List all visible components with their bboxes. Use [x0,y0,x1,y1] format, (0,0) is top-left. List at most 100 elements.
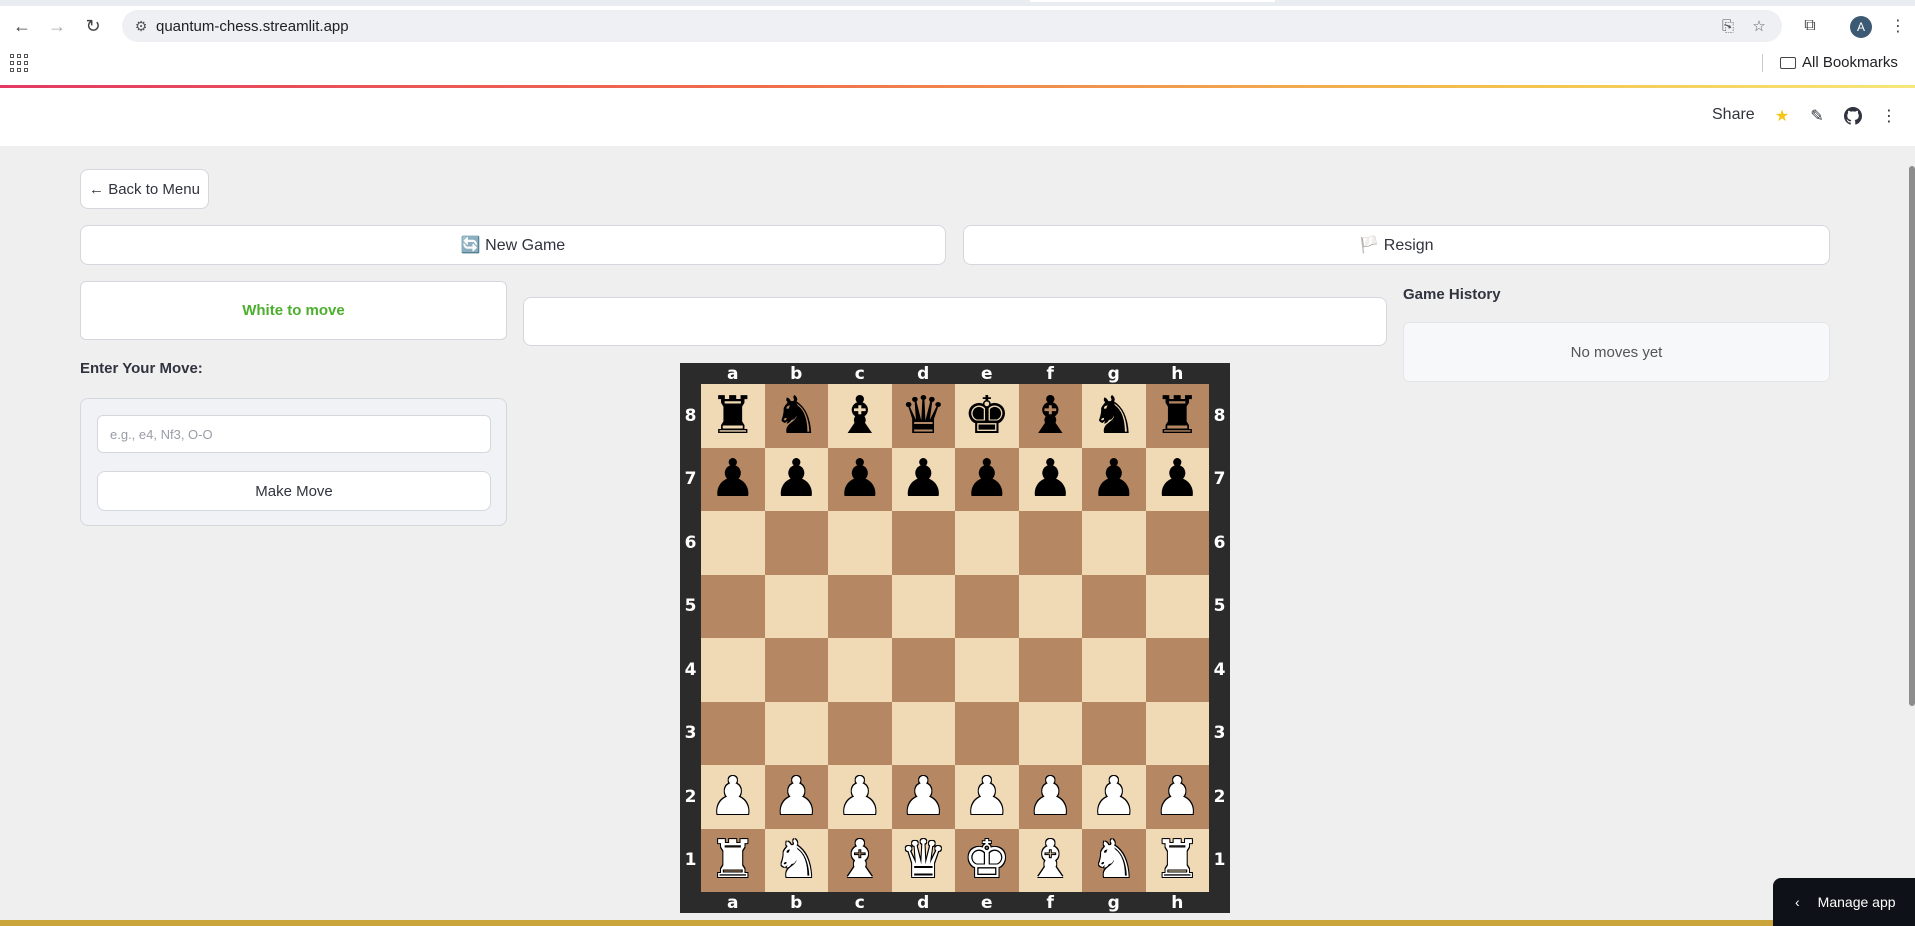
square-f2[interactable]: ♟ [1018,765,1082,829]
square-b1[interactable]: ♞ [764,828,828,892]
black-knight-icon[interactable]: ♞ [773,390,820,442]
square-f4[interactable] [1018,638,1082,702]
square-h1[interactable]: ♜ [1145,828,1209,892]
white-pawn-icon[interactable]: ♟ [1090,771,1137,823]
square-e7[interactable]: ♟ [955,447,1019,511]
square-b7[interactable]: ♟ [764,447,828,511]
square-a7[interactable]: ♟ [701,447,765,511]
bookmark-star-icon[interactable]: ☆ [1749,16,1769,36]
square-g4[interactable] [1082,638,1146,702]
black-rook-icon[interactable]: ♜ [709,390,756,442]
square-b3[interactable] [764,701,828,765]
white-pawn-icon[interactable]: ♟ [1027,771,1074,823]
white-queen-icon[interactable]: ♛ [900,834,947,886]
black-knight-icon[interactable]: ♞ [1090,390,1137,442]
forward-arrow-icon[interactable]: → [43,12,71,40]
resign-button[interactable]: 🏳️ Resign [963,225,1830,265]
new-game-button[interactable]: 🔄 New Game [80,225,946,265]
white-pawn-icon[interactable]: ♟ [773,771,820,823]
square-d7[interactable]: ♟ [891,447,955,511]
square-b6[interactable] [764,511,828,575]
black-bishop-icon[interactable]: ♝ [836,390,883,442]
white-pawn-icon[interactable]: ♟ [963,771,1010,823]
square-a2[interactable]: ♟ [701,765,765,829]
white-pawn-icon[interactable]: ♟ [900,771,947,823]
square-g2[interactable]: ♟ [1082,765,1146,829]
square-e3[interactable] [955,701,1019,765]
square-g8[interactable]: ♞ [1082,384,1146,448]
square-c3[interactable] [828,701,892,765]
square-e6[interactable] [955,511,1019,575]
black-pawn-icon[interactable]: ♟ [1027,453,1074,505]
square-d4[interactable] [891,638,955,702]
black-pawn-icon[interactable]: ♟ [773,453,820,505]
square-f8[interactable]: ♝ [1018,384,1082,448]
black-pawn-icon[interactable]: ♟ [709,453,756,505]
square-h7[interactable]: ♟ [1145,447,1209,511]
square-f7[interactable]: ♟ [1018,447,1082,511]
browser-menu-icon[interactable]: ⋮ [1884,12,1912,40]
square-a8[interactable]: ♜ [701,384,765,448]
square-a3[interactable] [701,701,765,765]
square-e4[interactable] [955,638,1019,702]
square-f6[interactable] [1018,511,1082,575]
white-pawn-icon[interactable]: ♟ [836,771,883,823]
square-d1[interactable]: ♛ [891,828,955,892]
white-rook-icon[interactable]: ♜ [709,834,756,886]
apps-grid-icon[interactable] [10,54,28,72]
black-bishop-icon[interactable]: ♝ [1027,390,1074,442]
install-app-icon[interactable]: ⎘ [1718,16,1738,36]
square-a6[interactable] [701,511,765,575]
github-icon[interactable] [1842,105,1864,127]
square-a1[interactable]: ♜ [701,828,765,892]
manage-app-button[interactable]: ‹ Manage app [1773,878,1915,926]
edit-pencil-icon[interactable]: ✎ [1806,105,1828,127]
black-pawn-icon[interactable]: ♟ [963,453,1010,505]
square-a4[interactable] [701,638,765,702]
square-b5[interactable] [764,574,828,638]
black-rook-icon[interactable]: ♜ [1154,390,1201,442]
square-d5[interactable] [891,574,955,638]
white-king-icon[interactable]: ♚ [963,834,1010,886]
square-b2[interactable]: ♟ [764,765,828,829]
square-h5[interactable] [1145,574,1209,638]
url-text[interactable]: quantum-chess.streamlit.app [156,18,349,35]
move-input[interactable] [97,415,491,453]
square-c5[interactable] [828,574,892,638]
square-b8[interactable]: ♞ [764,384,828,448]
square-g3[interactable] [1082,701,1146,765]
address-bar[interactable]: ⚙ quantum-chess.streamlit.app ⎘ ☆ [122,10,1782,42]
black-pawn-icon[interactable]: ♟ [1090,453,1137,505]
kebab-menu-icon[interactable]: ⋮ [1878,105,1900,127]
square-d8[interactable]: ♛ [891,384,955,448]
square-d6[interactable] [891,511,955,575]
square-g6[interactable] [1082,511,1146,575]
site-info-icon[interactable]: ⚙ [132,17,150,35]
square-d3[interactable] [891,701,955,765]
extensions-icon[interactable]: ⧉ [1796,12,1824,40]
profile-avatar[interactable]: A [1850,16,1872,38]
white-rook-icon[interactable]: ♜ [1154,834,1201,886]
back-to-menu-button[interactable]: ← Back to Menu [80,169,209,209]
square-f1[interactable]: ♝ [1018,828,1082,892]
square-h8[interactable]: ♜ [1145,384,1209,448]
square-e2[interactable]: ♟ [955,765,1019,829]
white-pawn-icon[interactable]: ♟ [1154,771,1201,823]
square-h2[interactable]: ♟ [1145,765,1209,829]
square-c2[interactable]: ♟ [828,765,892,829]
black-queen-icon[interactable]: ♛ [900,390,947,442]
square-c4[interactable] [828,638,892,702]
square-h6[interactable] [1145,511,1209,575]
star-icon[interactable]: ★ [1771,105,1793,127]
share-button[interactable]: Share [1712,106,1755,124]
black-pawn-icon[interactable]: ♟ [900,453,947,505]
square-b4[interactable] [764,638,828,702]
all-bookmarks-button[interactable]: All Bookmarks [1780,54,1898,71]
square-c8[interactable]: ♝ [828,384,892,448]
white-bishop-icon[interactable]: ♝ [836,834,883,886]
square-c1[interactable]: ♝ [828,828,892,892]
square-e8[interactable]: ♚ [955,384,1019,448]
reload-icon[interactable]: ↻ [79,12,107,40]
black-pawn-icon[interactable]: ♟ [1154,453,1201,505]
square-c7[interactable]: ♟ [828,447,892,511]
